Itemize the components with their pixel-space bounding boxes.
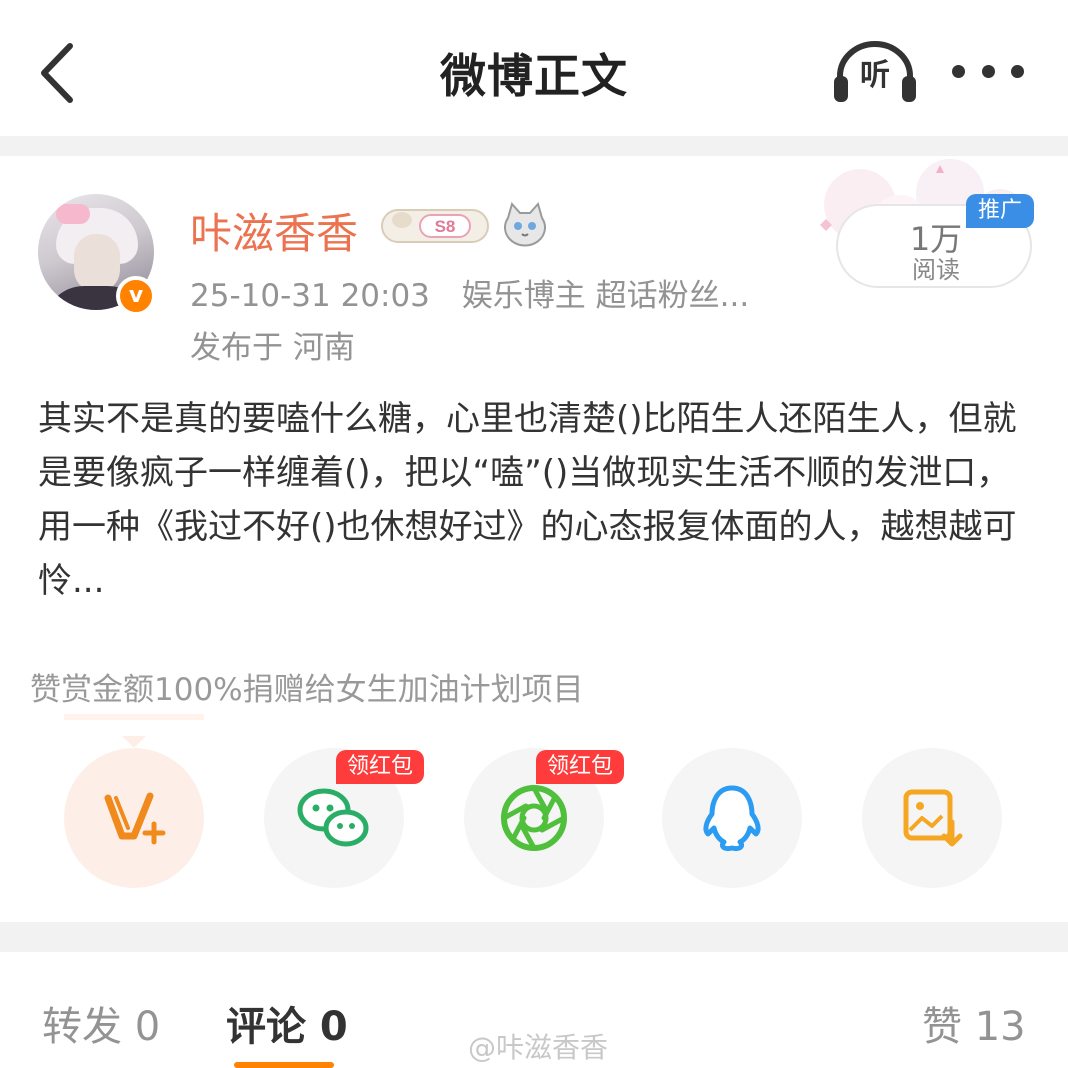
watermark: @咔滋香香	[468, 1031, 609, 1064]
level-badge-text: S8	[435, 217, 456, 236]
tab-like[interactable]: 赞 13	[922, 994, 1026, 1052]
share-save-image-button[interactable]	[862, 748, 1002, 888]
red-packet-tag: 领红包	[336, 750, 424, 784]
share-qq-button[interactable]	[662, 748, 802, 888]
share-vplus-button[interactable]	[64, 748, 204, 888]
post-content: 其实不是真的要嗑什么糖，心里也清楚()比陌生人还陌生人，但就是要像疯子一样缠着(…	[38, 399, 1017, 601]
wechat-icon	[297, 788, 369, 847]
author-tags: 娱乐博主 超话粉丝...	[461, 278, 750, 314]
timestamp: 25-10-31 20:03	[190, 278, 430, 314]
level-badge-icon: S8	[381, 209, 489, 243]
post-meta: 25-10-31 20:03 娱乐博主 超话粉丝...	[190, 270, 749, 315]
more-dot	[981, 64, 995, 78]
vplus-icon	[104, 792, 166, 845]
verified-badge: v	[116, 276, 156, 316]
listen-label: 听	[860, 58, 890, 93]
tab-comment[interactable]: 评论 0	[226, 994, 348, 1052]
divider	[0, 922, 1068, 952]
reward-notice: 赞赏金额100%捐赠给女生加油计划项目	[30, 672, 584, 708]
divider	[0, 136, 1068, 156]
ad-tag: 推广	[966, 194, 1034, 228]
cat-badge-icon	[504, 201, 546, 247]
post-location: 发布于 河南	[190, 330, 355, 366]
username[interactable]: 咔滋香香	[190, 200, 358, 261]
top-bar: 微博正文 听	[0, 0, 1068, 136]
share-tip-icon	[64, 714, 204, 748]
more-dot	[1011, 64, 1024, 78]
read-label: 阅读	[912, 256, 960, 284]
moments-icon	[501, 785, 567, 851]
more-dot	[952, 64, 965, 78]
listen-button[interactable]: 听	[832, 38, 918, 104]
qq-icon	[703, 785, 761, 851]
save-image-icon	[903, 789, 963, 847]
tab-repost[interactable]: 转发 0	[42, 994, 160, 1052]
active-tab-indicator	[234, 1062, 334, 1068]
avatar-face	[74, 234, 120, 292]
more-button[interactable]	[952, 58, 1024, 84]
avatar-bow	[56, 204, 90, 224]
red-packet-tag: 领红包	[536, 750, 624, 784]
